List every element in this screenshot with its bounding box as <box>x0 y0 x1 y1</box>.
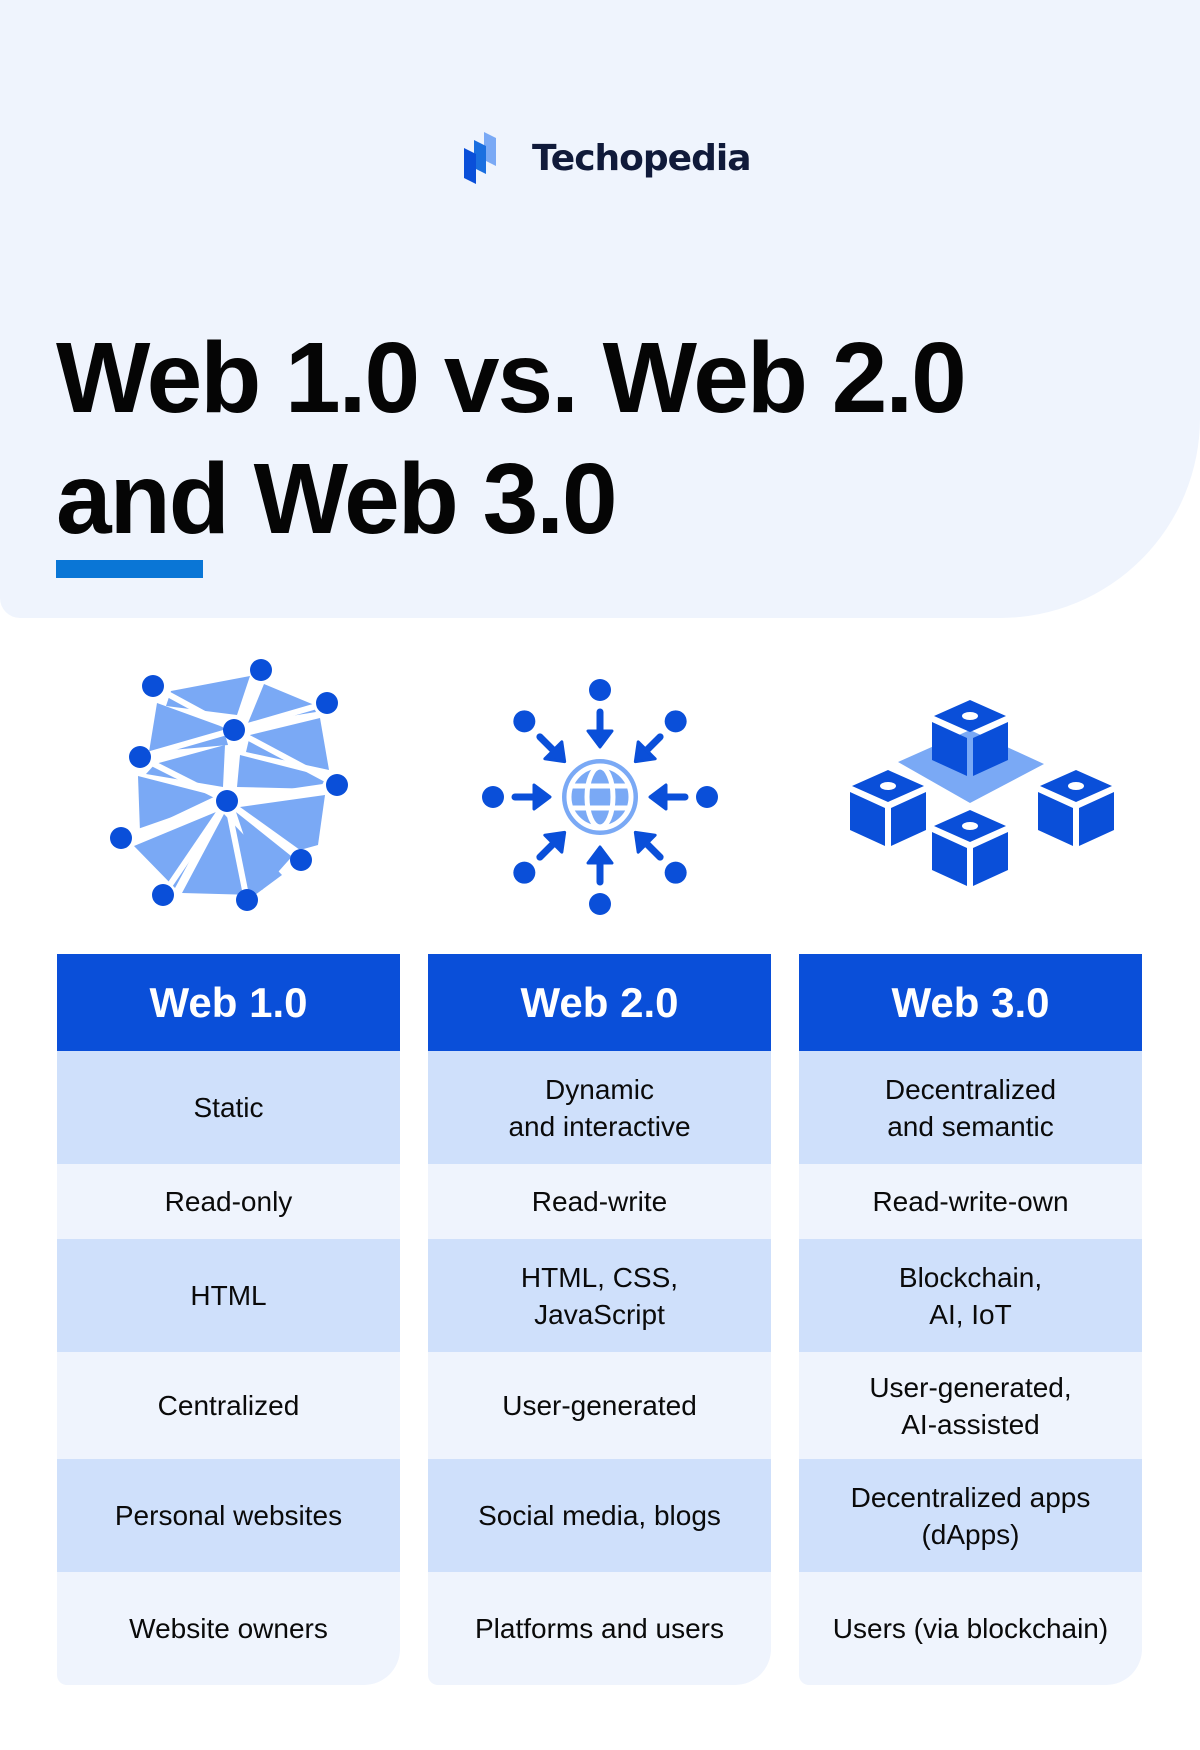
cell-ownership: Website owners <box>129 1613 328 1644</box>
column-web1: Web 1.0 Static Read-only HTML Centralize… <box>57 954 400 1685</box>
title-line-1: Web 1.0 vs. Web 2.0 <box>56 322 967 434</box>
cell-content: User-generated, AI-assisted <box>869 1371 1072 1440</box>
column-header: Web 3.0 <box>799 954 1142 1051</box>
cell-access: Read-only <box>164 1186 293 1217</box>
cell-examples: Decentralized apps (dApps) <box>799 1459 1142 1572</box>
cell-ownership: Users (via blockchain) <box>832 1613 1109 1644</box>
cell-technology: HTML, CSS, JavaScript <box>428 1239 771 1352</box>
brand-logo[interactable]: Techopedia <box>462 130 751 186</box>
cell-ownership: Platforms and users <box>475 1613 724 1644</box>
column-header: Web 1.0 <box>57 954 400 1051</box>
blockchain-cubes-icon <box>810 690 1130 890</box>
cell-characteristic: Static <box>57 1051 400 1164</box>
network-mesh-icon <box>100 650 360 920</box>
column-web2: Web 2.0 Dynamic and interactive Read-wri… <box>428 954 771 1685</box>
cell-access: Read-write-own <box>872 1186 1069 1217</box>
cell-content: Centralized <box>157 1390 300 1421</box>
column-web3: Web 3.0 Decentralized and semantic Read-… <box>799 954 1142 1685</box>
techopedia-logo-icon <box>464 132 496 184</box>
hero-panel: Techopedia Web 1.0 vs. Web 2.0 and Web 3… <box>0 0 1200 618</box>
cell-technology: HTML <box>57 1239 400 1352</box>
column-header: Web 2.0 <box>428 954 771 1051</box>
cell-access: Read-write <box>531 1186 668 1217</box>
cell-examples: Personal websites <box>57 1459 400 1572</box>
title-line-2: and Web 3.0 <box>56 443 618 555</box>
cell-examples: Social media, blogs <box>428 1459 771 1572</box>
cell-characteristic: Dynamic and interactive <box>428 1051 771 1164</box>
page-title: Web 1.0 vs. Web 2.0 and Web 3.0 <box>56 318 967 560</box>
cell-technology: Blockchain, AI, IoT <box>799 1239 1142 1352</box>
brand-name: Techopedia <box>532 137 751 179</box>
cell-characteristic: Decentralized and semantic <box>799 1051 1142 1164</box>
title-underline <box>56 560 203 578</box>
globe-inbound-arrows-icon <box>470 665 730 925</box>
cell-content: User-generated <box>502 1390 697 1421</box>
